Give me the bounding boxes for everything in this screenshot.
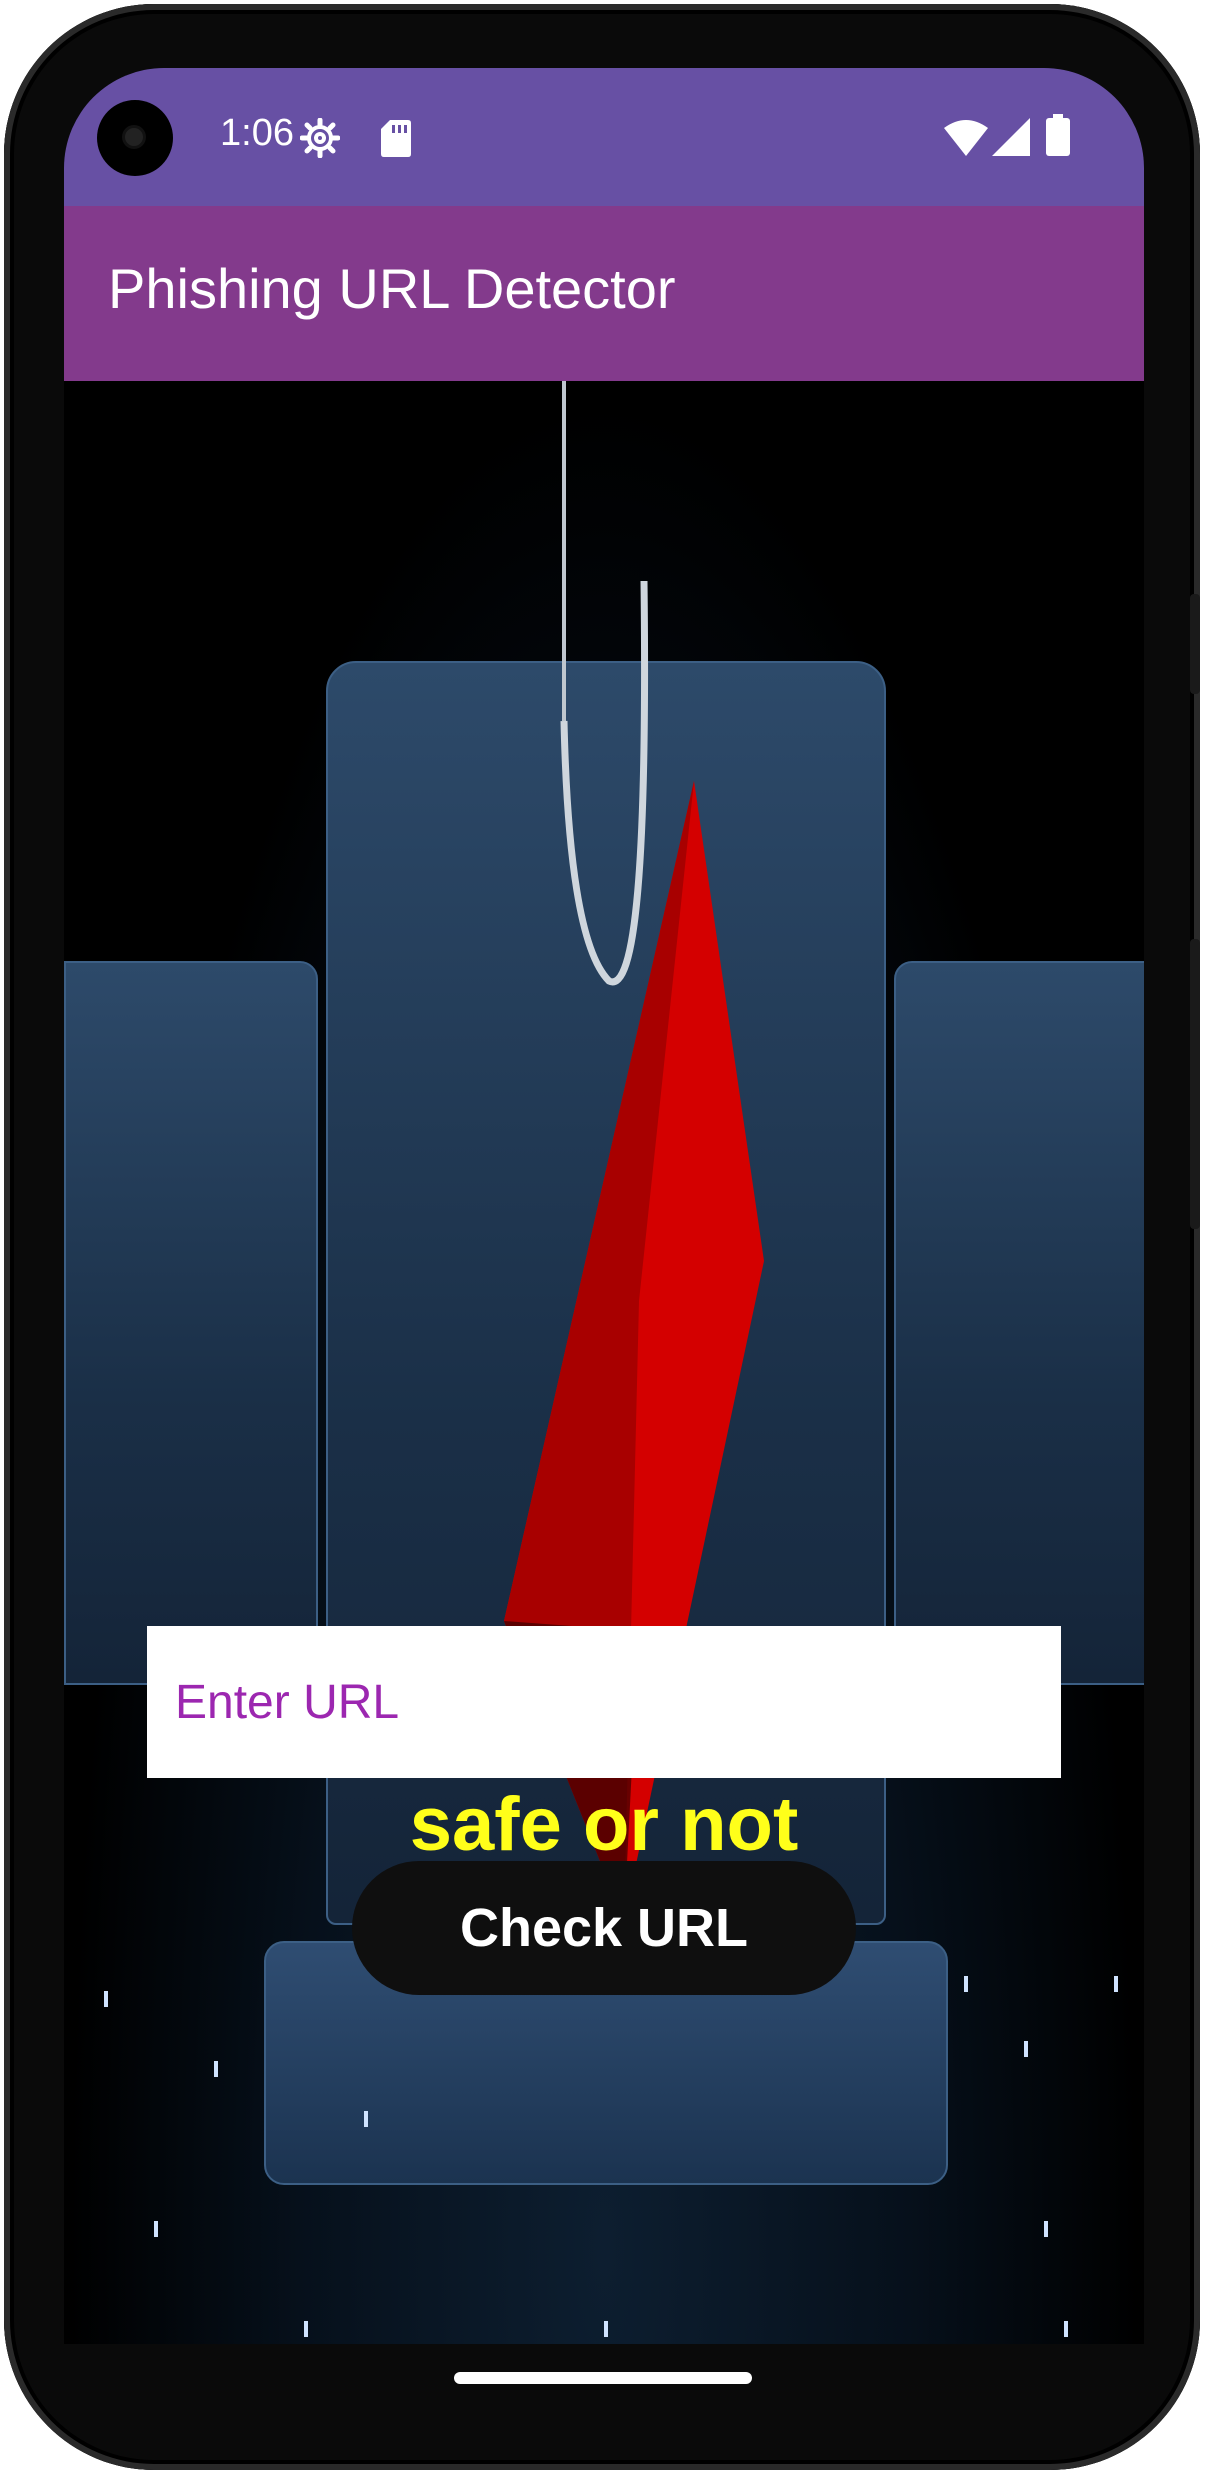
app-title: Phishing URL Detector [108, 257, 676, 320]
check-url-button[interactable]: Check URL [352, 1861, 856, 1995]
url-input[interactable] [147, 1626, 1061, 1778]
home-indicator[interactable] [454, 2372, 752, 2384]
power-button [1190, 594, 1200, 694]
phone-frame: 1:06 Phishing URL Detector safe or not E… [4, 4, 1200, 2470]
settings-icon [299, 117, 341, 163]
volume-button [1190, 939, 1200, 1229]
screen: 1:06 Phishing URL Detector safe or not E… [64, 68, 1144, 2344]
status-time: 1:06 [220, 112, 294, 154]
battery-icon [1046, 114, 1070, 161]
front-camera [97, 100, 173, 176]
signal-icon [992, 118, 1030, 161]
fishing-hook-illustration [504, 381, 764, 1921]
app-bar: Phishing URL Detector [64, 206, 1144, 381]
status-bar: 1:06 [64, 68, 1144, 206]
sd-card-icon [380, 118, 412, 163]
wifi-icon [944, 120, 988, 161]
background-image: Check whether the url is safe or not [64, 381, 1144, 2344]
